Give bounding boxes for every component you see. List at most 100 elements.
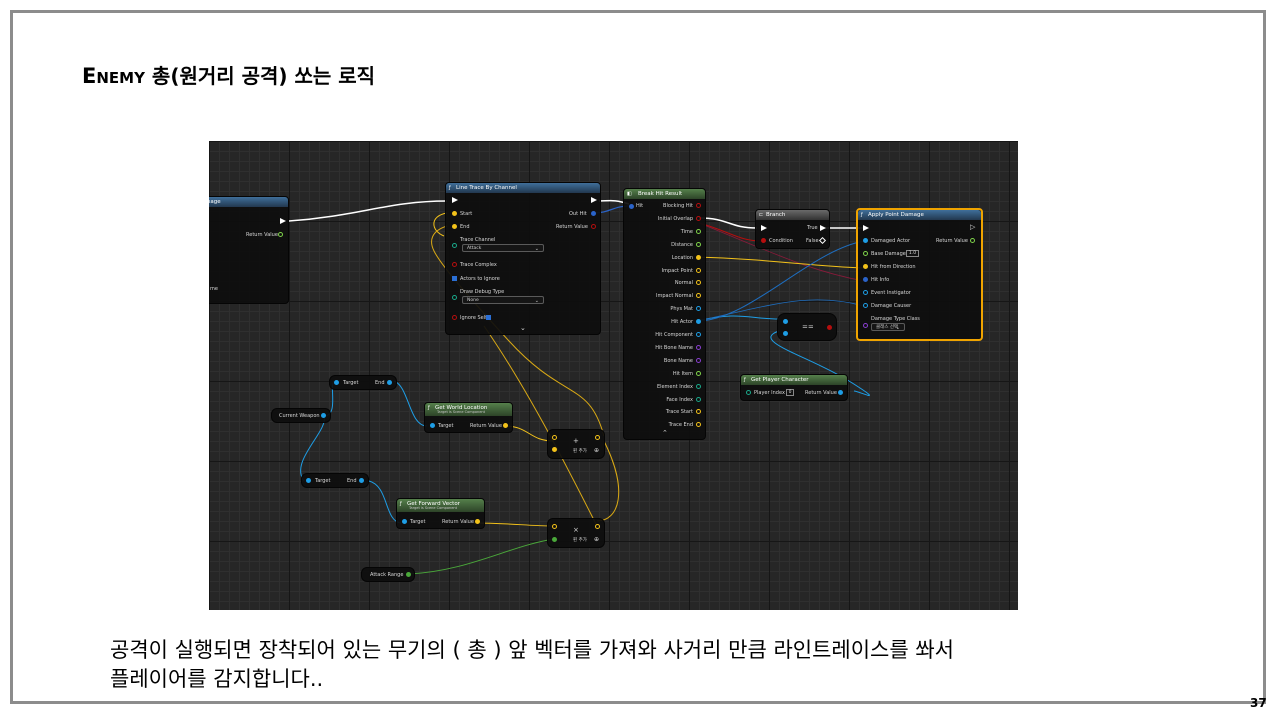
- player-index-input[interactable]: 0: [786, 389, 794, 396]
- break-hit-output-pin[interactable]: [696, 383, 701, 389]
- expand-chevron-icon[interactable]: ⌄: [520, 325, 526, 332]
- damaged-actor-pin[interactable]: [863, 238, 868, 243]
- add-in-b-pin[interactable]: [552, 447, 557, 452]
- get-component-top-end-pin[interactable]: [387, 380, 392, 385]
- world-location-return-pin[interactable]: [503, 423, 508, 428]
- break-hit-node[interactable]: ◧ Break Hit Result Hit Blocking Hit Initia…: [623, 188, 706, 440]
- base-damage-input[interactable]: 1.0: [906, 250, 919, 257]
- world-location-target-pin[interactable]: [430, 423, 435, 428]
- branch-false-pin[interactable]: [818, 236, 827, 245]
- add-pin-label[interactable]: 핀 추가: [573, 449, 587, 455]
- damage-causer-pin[interactable]: [863, 303, 868, 308]
- actors-ignore-pin[interactable]: [452, 276, 457, 281]
- draw-debug-pin[interactable]: [452, 295, 457, 300]
- break-hit-in-pin[interactable]: [629, 204, 634, 209]
- attack-range-node[interactable]: Attack Range: [361, 567, 415, 582]
- forward-vector-return-pin[interactable]: [475, 519, 480, 524]
- get-component-bottom-end-pin[interactable]: [359, 478, 364, 483]
- base-damage-pin[interactable]: [863, 251, 868, 256]
- break-hit-output-pin[interactable]: [696, 332, 701, 337]
- hit-info-pin[interactable]: [863, 277, 868, 282]
- forward-vector-node[interactable]: ƒ Get Forward Vector Target is Scene Compo…: [396, 498, 485, 529]
- break-hit-output-pin[interactable]: [696, 422, 701, 428]
- apply-damage-exec-in[interactable]: [863, 225, 869, 231]
- get-component-bottom-target-pin[interactable]: [306, 478, 311, 483]
- left-partial-node[interactable]: mage Return Value me: [209, 196, 289, 304]
- damage-type-dropdown[interactable]: 클래스 선택 ⌄: [871, 323, 905, 331]
- forward-vector-target-pin[interactable]: [402, 519, 407, 524]
- branch-node[interactable]: ⊏ Branch True Condition False: [755, 209, 830, 249]
- get-component-bottom-node[interactable]: Target End: [301, 473, 369, 488]
- hit-direction-pin[interactable]: [863, 264, 868, 269]
- break-hit-output-pin[interactable]: [696, 357, 701, 363]
- equals-in-a-pin[interactable]: [783, 319, 788, 324]
- break-hit-output-pin[interactable]: [696, 409, 701, 415]
- mul-out-pin[interactable]: [595, 524, 600, 529]
- add-in-a-pin[interactable]: [552, 435, 557, 440]
- break-hit-output-pin[interactable]: [696, 228, 701, 234]
- equals-out-pin[interactable]: [827, 325, 832, 330]
- attack-range-pin[interactable]: [406, 572, 411, 577]
- equals-in-b-pin[interactable]: [783, 331, 788, 336]
- break-hit-output-pin[interactable]: [696, 241, 701, 247]
- add-node[interactable]: + 핀 추가 ⊕: [547, 429, 605, 459]
- trace-complex-pin[interactable]: [452, 262, 457, 267]
- get-component-top-target-pin[interactable]: [334, 380, 339, 385]
- ignore-self-checkbox[interactable]: [486, 315, 491, 320]
- left-node-return-pin[interactable]: [278, 232, 283, 237]
- break-hit-output-pin[interactable]: [696, 280, 701, 286]
- branch-true-pin[interactable]: [820, 225, 826, 231]
- line-trace-start-pin[interactable]: [452, 211, 457, 216]
- line-trace-exec-in[interactable]: [452, 197, 458, 203]
- trace-channel-dropdown[interactable]: Attack ⌄: [462, 244, 544, 252]
- break-hit-output-pin[interactable]: [696, 203, 701, 208]
- branch-exec-in[interactable]: [761, 225, 767, 231]
- float-wire-range: [408, 538, 555, 575]
- world-location-node[interactable]: ƒ Get World Location Target is Scene Compo…: [424, 402, 513, 433]
- exec-out-outline-icon[interactable]: ▷: [970, 224, 975, 231]
- damage-type-pin[interactable]: [863, 323, 868, 328]
- break-hit-output-pin[interactable]: [696, 306, 701, 312]
- title-first-letter: E: [82, 64, 97, 88]
- mul-in-b-pin[interactable]: [552, 537, 557, 542]
- break-hit-output-pin[interactable]: [696, 370, 701, 376]
- line-trace-return-pin[interactable]: [591, 224, 596, 229]
- trace-channel-pin[interactable]: [452, 243, 457, 248]
- apply-damage-node[interactable]: ƒ Apply Point Damage ▷ Damaged Actor Retu…: [856, 208, 983, 341]
- break-hit-output-pin[interactable]: [696, 319, 701, 325]
- mul-add-pin-label[interactable]: 핀 추가: [573, 538, 587, 544]
- break-hit-output-pin[interactable]: [696, 267, 701, 273]
- break-hit-output-pin[interactable]: [696, 254, 701, 260]
- get-player-node[interactable]: ƒ Get Player Character Player Index 0 Ret…: [740, 374, 848, 401]
- apply-damage-return-pin[interactable]: [970, 238, 975, 243]
- line-trace-exec-out[interactable]: [591, 197, 597, 203]
- get-component-top-node[interactable]: Target End: [329, 375, 397, 390]
- player-index-pin[interactable]: [746, 390, 751, 395]
- mul-add-pin-plus-icon[interactable]: ⊕: [594, 537, 599, 543]
- break-hit-output-pin[interactable]: [696, 293, 701, 299]
- break-hit-output-pin[interactable]: [696, 215, 701, 221]
- mul-in-a-pin[interactable]: [552, 524, 557, 529]
- draw-debug-dropdown[interactable]: None ⌄: [462, 296, 544, 304]
- branch-condition-pin[interactable]: [761, 238, 766, 243]
- break-hit-output-pin[interactable]: [696, 396, 701, 402]
- line-trace-outhit-pin[interactable]: [591, 211, 596, 216]
- multiply-node[interactable]: × 핀 추가 ⊕: [547, 518, 605, 548]
- get-component-bottom-target-label: Target: [315, 478, 331, 484]
- collapse-chevron-icon[interactable]: ⌃: [662, 430, 668, 437]
- add-out-pin[interactable]: [595, 435, 600, 440]
- current-weapon-node[interactable]: Current Weapon: [271, 408, 331, 423]
- add-pin-plus-icon[interactable]: ⊕: [594, 448, 599, 454]
- get-player-title: Get Player Character: [751, 377, 809, 383]
- event-instigator-pin[interactable]: [863, 290, 868, 295]
- line-trace-node[interactable]: ƒ Line Trace By Channel Start Out Hit End…: [445, 182, 601, 335]
- blueprint-graph[interactable]: mage Return Value me ƒ Line Trace By Chan…: [209, 141, 1018, 610]
- branch-icon: ⊏: [759, 212, 764, 218]
- equals-node[interactable]: ==: [777, 313, 837, 341]
- current-weapon-pin[interactable]: [321, 413, 326, 418]
- line-trace-end-pin[interactable]: [452, 224, 457, 229]
- left-node-exec-out[interactable]: [280, 218, 286, 224]
- break-hit-output-pin[interactable]: [696, 344, 701, 350]
- ignore-self-pin[interactable]: [452, 315, 457, 320]
- get-player-return-pin[interactable]: [838, 390, 843, 395]
